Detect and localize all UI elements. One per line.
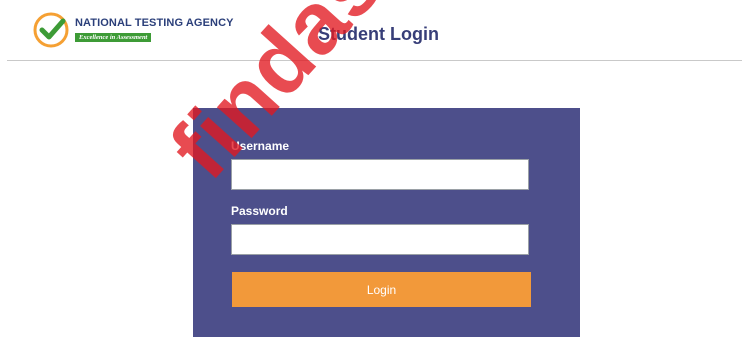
student-login-page: NATIONAL TESTING AGENCY Excellence in As… <box>0 0 749 337</box>
page-title: Student Login <box>318 24 439 44</box>
brand-tagline: Excellence in Assessment <box>75 33 152 42</box>
nta-logo-icon <box>33 12 69 48</box>
login-button[interactable]: Login <box>232 272 531 307</box>
login-panel: Username Password Login <box>193 108 580 337</box>
username-input[interactable] <box>231 159 529 190</box>
page-header: NATIONAL TESTING AGENCY Excellence in As… <box>0 0 749 60</box>
password-input[interactable] <box>231 224 529 255</box>
header-divider <box>7 60 742 61</box>
username-label: Username <box>231 139 290 153</box>
brand-name: NATIONAL TESTING AGENCY <box>75 17 234 29</box>
password-label: Password <box>231 204 288 218</box>
